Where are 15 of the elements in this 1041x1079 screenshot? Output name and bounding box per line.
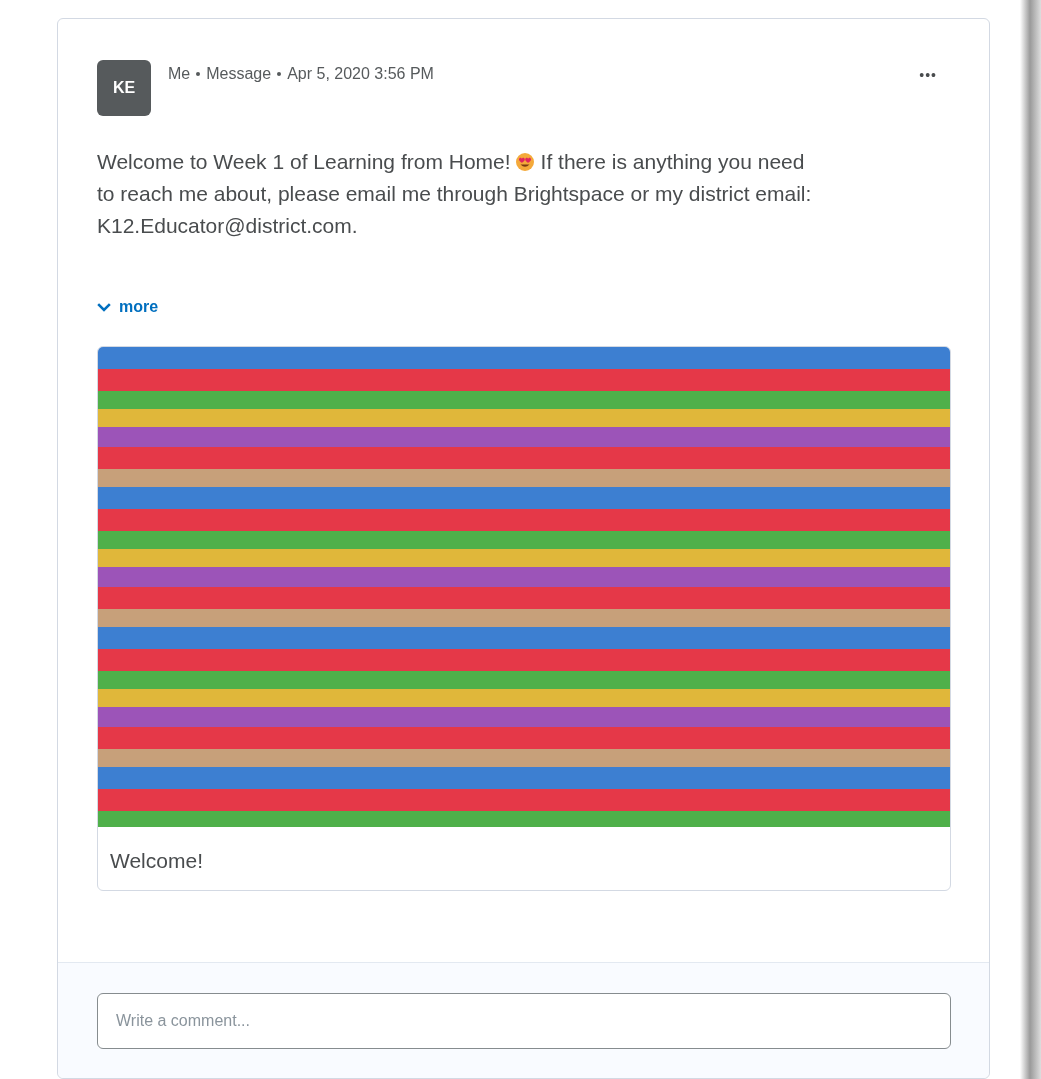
chevron-down-icon	[97, 302, 111, 312]
post-text: to reach me about, please email me through Brightspace or my district email: K12.Educator@district.com.	[97, 181, 813, 239]
heart-eyes-emoji-icon	[514, 152, 535, 172]
post-meta: Me	[168, 65, 191, 83]
separator-dot	[196, 72, 201, 76]
show-more-link[interactable]: more	[97, 298, 159, 316]
post-meta: Apr 5, 2020 3:56 PM	[287, 65, 434, 83]
more-options-button[interactable]: •••	[915, 65, 941, 85]
avatar: KE	[97, 60, 151, 116]
post-meta: Message	[206, 65, 272, 83]
comment-input-field[interactable]: Write a comment...	[97, 993, 951, 1049]
attachment-caption: Welcome!	[109, 848, 204, 874]
separator-dot	[277, 72, 282, 76]
post-text: Welcome to Week 1 of Learning from Home!	[97, 149, 511, 175]
post-text: If there is anything you need	[540, 149, 805, 175]
